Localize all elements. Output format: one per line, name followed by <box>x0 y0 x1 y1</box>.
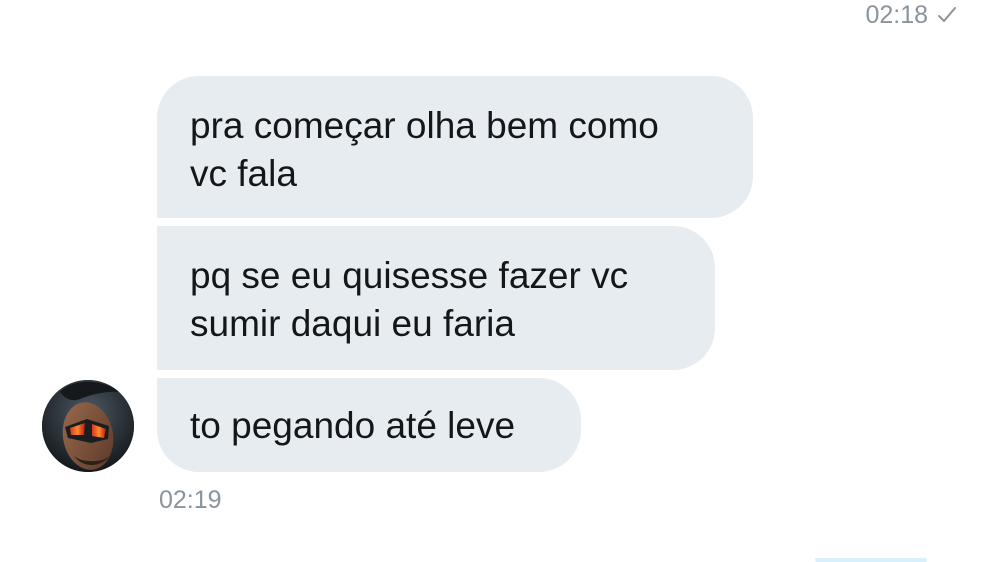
message-text-line: pra começar olha bem como <box>190 105 659 146</box>
bottom-indicator <box>815 558 927 562</box>
received-time: 02:19 <box>159 486 222 514</box>
message-text-line: vc fala <box>190 153 297 194</box>
avatar-photo-icon <box>42 380 134 472</box>
sent-time: 02:18 <box>865 0 928 29</box>
sent-message-status: 02:18 <box>865 0 958 30</box>
received-message-bubble[interactable]: pra começar olha bem como vc fala <box>157 76 753 218</box>
message-text-line: pq se eu quisesse fazer vc <box>190 255 629 296</box>
received-message-bubble[interactable]: to pegando até leve <box>157 378 581 472</box>
avatar[interactable] <box>42 380 134 472</box>
message-text-line: sumir daqui eu faria <box>190 303 515 344</box>
received-message-bubble[interactable]: pq se eu quisesse fazer vc sumir daqui e… <box>157 226 715 370</box>
check-icon <box>936 4 958 26</box>
message-text-line: to pegando até leve <box>190 405 516 446</box>
